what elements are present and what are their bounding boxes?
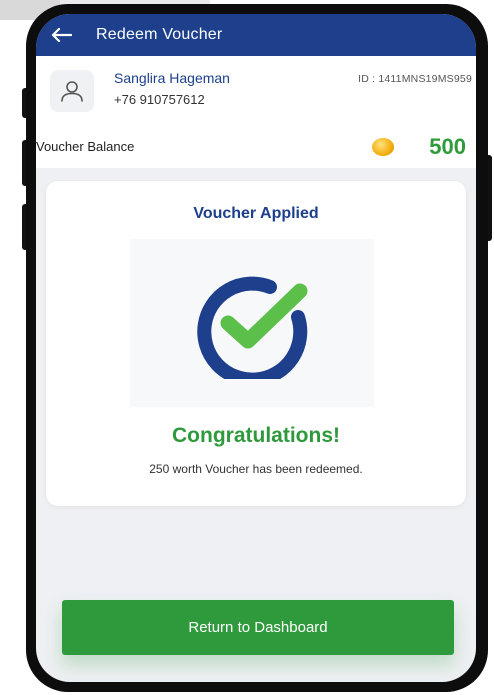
arrow-left-icon[interactable] [50,25,76,45]
voucher-status-card: Voucher Applied Congratulations! 250 wor… [46,181,466,506]
status-image [130,239,374,407]
card-title: Voucher Applied [193,205,319,222]
user-icon [61,81,83,102]
congratulations-heading: Congratulations! [172,424,340,447]
coin-icon [372,138,394,156]
avatar [50,70,94,112]
user-info-panel: Sanglira Hageman +76 910757612 ID : 1411… [36,56,476,168]
check-circle-icon [197,276,308,379]
user-phone: +76 910757612 [114,92,205,107]
redeemed-message: 250 worth Voucher has been redeemed. [149,462,363,476]
user-name: Sanglira Hageman [114,70,230,86]
voucher-balance-value: 500 [429,134,466,159]
app-header: Redeem Voucher [36,14,476,56]
page-title: Redeem Voucher [96,26,223,43]
return-to-dashboard-button[interactable]: Return to Dashboard [62,600,454,655]
voucher-balance-label: Voucher Balance [36,139,135,154]
phone-screen: Redeem Voucher Sanglira Hageman +76 9107… [36,14,476,682]
user-id: ID : 1411MNS19MS959 [358,73,472,85]
